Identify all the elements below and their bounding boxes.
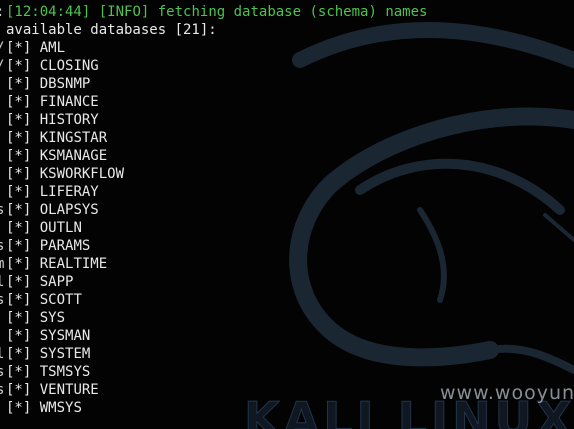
list-marker: [*] [6, 310, 32, 326]
database-list-item: [*] LIFERAY [6, 183, 572, 201]
edge-char: : [0, 3, 4, 21]
database-list-item: [*] SYSTEM [6, 345, 572, 363]
list-marker: [*] [6, 58, 32, 74]
edge-char: / [0, 39, 4, 57]
database-name: KSMANAGE [39, 148, 108, 164]
edge-char: / [0, 57, 4, 75]
edge-char: s [0, 202, 5, 218]
database-list-item: [*] KINGSTAR [6, 129, 572, 147]
database-list-item: [*] HISTORY [6, 111, 572, 129]
database-name: KSWORKFLOW [39, 166, 125, 182]
edge-char: s [0, 238, 5, 254]
edge-char: m [0, 256, 5, 272]
database-list-item: [*] FINANCE [6, 93, 572, 111]
database-name: FINANCE [39, 94, 99, 110]
database-list-item: [*] SAPP [6, 273, 572, 291]
list-marker: [*] [6, 292, 32, 308]
database-list-item: [*] AML [6, 39, 572, 57]
log-timestamp: [12:04:44] [6, 4, 91, 20]
log-line: [12:04:44] [INFO] fetching database (sch… [6, 3, 572, 21]
terminal-window[interactable]: KALI LINUX : / / s s m l s l s s [12:04:… [0, 0, 574, 429]
list-marker: [*] [6, 40, 32, 56]
edge-char: s [0, 364, 5, 380]
list-marker: [*] [6, 184, 32, 200]
database-name: OLAPSYS [39, 202, 99, 218]
database-list-item: [*] SYS [6, 309, 572, 327]
list-marker: [*] [6, 256, 32, 272]
database-list-item: [*] KSWORKFLOW [6, 165, 572, 183]
database-name: DBSNMP [39, 76, 91, 92]
terminal-output[interactable]: [12:04:44] [INFO] fetching database (sch… [6, 3, 572, 417]
database-name: LIFERAY [39, 184, 99, 200]
list-marker: [*] [6, 382, 32, 398]
edge-char: l [0, 274, 5, 290]
databases-header: available databases [21]: [6, 22, 217, 38]
database-list-item: [*] SCOTT [6, 291, 572, 309]
database-name: SYSTEM [39, 346, 91, 362]
database-list-item: [*] REALTIME [6, 255, 572, 273]
log-message: fetching database (schema) names [157, 4, 428, 20]
edge-char: l [0, 346, 5, 362]
database-name: CLOSING [39, 58, 99, 74]
database-list: [*] AML [*] CLOSING [*] DBSNMP [*] FINANCE[… [6, 39, 572, 417]
list-marker: [*] [6, 274, 32, 290]
database-name: SYSMAN [39, 328, 91, 344]
database-name: OUTLN [39, 220, 82, 236]
database-list-item: [*] OUTLN [6, 219, 572, 237]
database-list-item: [*] CLOSING [6, 57, 572, 75]
database-list-item: [*] OLAPSYS [6, 201, 572, 219]
database-name: TSMSYS [39, 364, 91, 380]
list-marker: [*] [6, 220, 32, 236]
list-marker: [*] [6, 130, 32, 146]
database-name: AML [39, 40, 66, 56]
list-marker: [*] [6, 202, 32, 218]
list-marker: [*] [6, 238, 32, 254]
watermark: www.wooyun.org [440, 382, 574, 404]
list-marker: [*] [6, 94, 32, 110]
list-marker: [*] [6, 166, 32, 182]
list-marker: [*] [6, 148, 32, 164]
database-name: REALTIME [39, 256, 108, 272]
list-marker: [*] [6, 400, 32, 416]
database-list-item: [*] SYSMAN [6, 327, 572, 345]
list-marker: [*] [6, 76, 32, 92]
list-marker: [*] [6, 346, 32, 362]
database-name: SYS [39, 310, 66, 326]
edge-char: s [0, 382, 5, 398]
list-marker: [*] [6, 112, 32, 128]
database-name: HISTORY [39, 112, 99, 128]
database-list-item: [*] PARAMS [6, 237, 572, 255]
list-marker: [*] [6, 364, 32, 380]
database-name: KINGSTAR [39, 130, 108, 146]
log-level: [INFO] [98, 4, 150, 20]
database-list-item: [*] KSMANAGE [6, 147, 572, 165]
database-name: PARAMS [39, 238, 91, 254]
database-list-item: [*] DBSNMP [6, 75, 572, 93]
database-name: VENTURE [39, 382, 99, 398]
database-name: WMSYS [39, 400, 82, 416]
database-name: SCOTT [39, 292, 82, 308]
edge-char: s [0, 292, 5, 308]
database-list-item: [*] TSMSYS [6, 363, 572, 381]
database-name: SAPP [39, 274, 74, 290]
list-marker: [*] [6, 328, 32, 344]
